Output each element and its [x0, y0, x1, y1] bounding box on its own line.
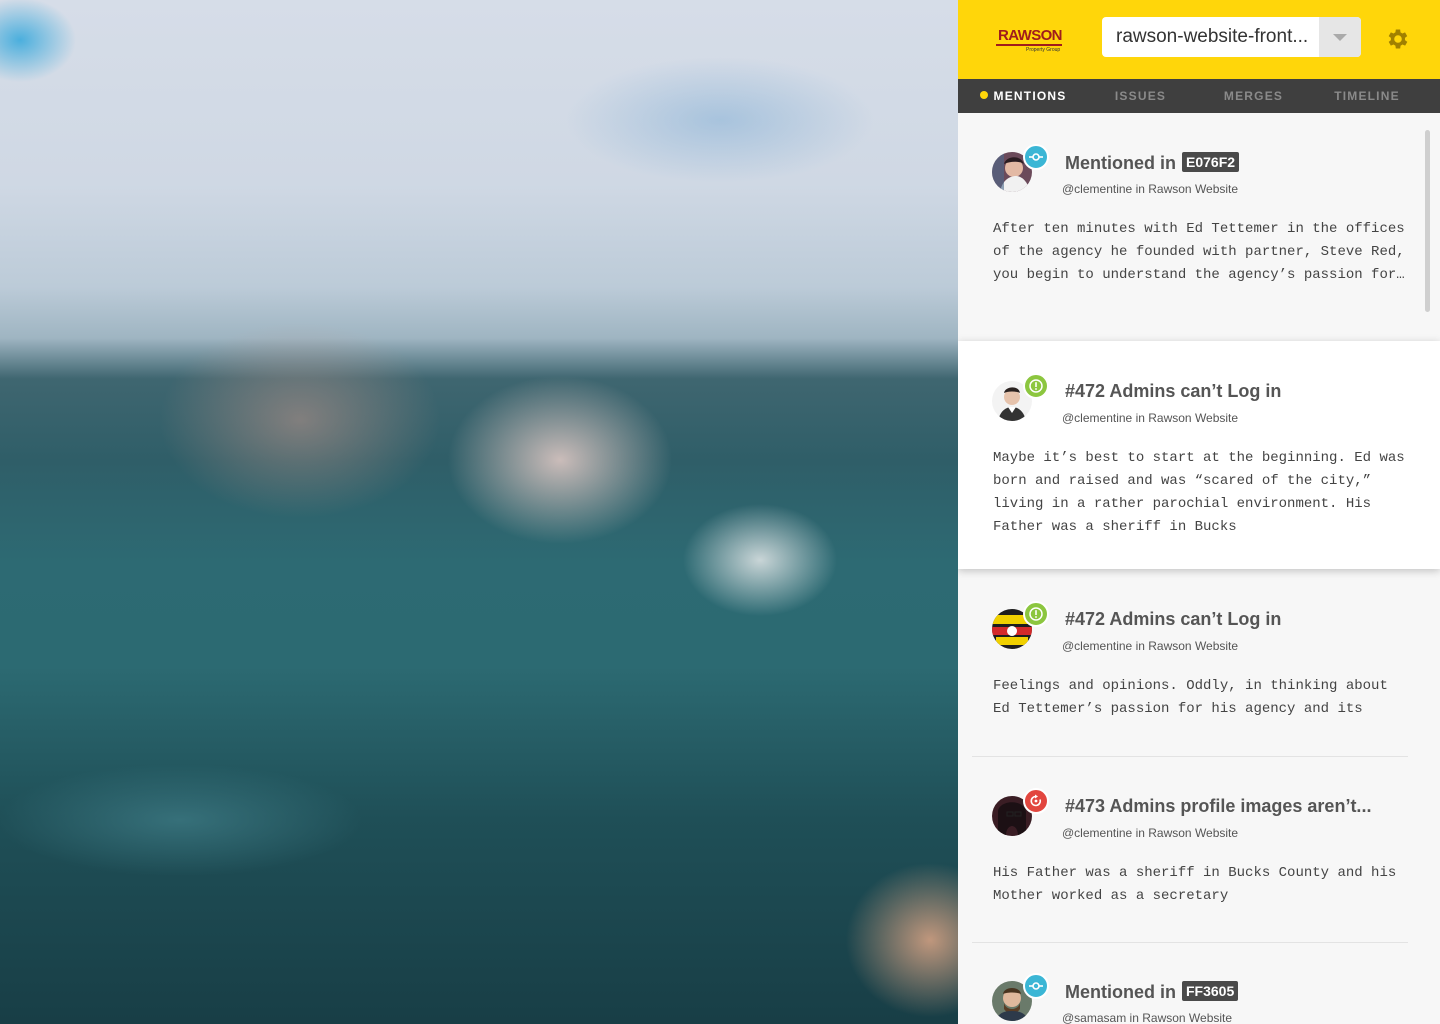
feed-item[interactable]: #472 Admins can’t Log in @clementine in … [958, 569, 1440, 757]
feed-item-meta: @samasam in Rawson Website [1062, 1011, 1233, 1024]
feed-item-title: #473 Admins profile images aren’t... [1065, 796, 1372, 816]
feed-item-excerpt: His Father was a sheriff in Bucks County… [993, 865, 1397, 904]
tab-mentions[interactable]: MENTIONS [978, 79, 1068, 113]
commit-hash-tag[interactable]: E076F2 [1182, 152, 1240, 172]
gear-icon[interactable] [1385, 26, 1411, 52]
feed-item-title: Mentioned in E076F2 [1065, 152, 1240, 174]
commit-hash-tag[interactable]: FF3605 [1182, 981, 1239, 1001]
repository-dropdown[interactable]: rawson-website-front... [1102, 17, 1361, 57]
feed-item-title: Mentioned in FF3605 [1065, 981, 1239, 1003]
user-mention[interactable]: @clementine [1062, 639, 1132, 653]
project-name[interactable]: Rawson Website [1148, 182, 1238, 196]
merge-icon [1023, 788, 1049, 814]
active-indicator-dot [979, 91, 988, 99]
commit-icon [1023, 144, 1049, 170]
tab-bar: MENTIONS ISSUES MERGES TIMELINE [958, 79, 1440, 113]
chevron-down-icon [1333, 34, 1347, 41]
notifications-panel: RAWSON Property Group rawson-website-fro… [958, 0, 1440, 1024]
tab-timeline[interactable]: TIMELINE [1324, 79, 1410, 113]
dropdown-toggle[interactable] [1319, 17, 1361, 57]
project-name[interactable]: Rawson Website [1148, 826, 1238, 840]
user-mention[interactable]: @clementine [1062, 411, 1132, 425]
user-mention[interactable]: @clementine [1062, 826, 1132, 840]
feed-item-excerpt: After ten minutes with Ed Tettemer in th… [993, 221, 1405, 283]
feed-item-title: #472 Admins can’t Log in [1065, 609, 1282, 629]
feed-item-title: #472 Admins can’t Log in [1065, 381, 1282, 401]
user-mention[interactable]: @samasam [1062, 1011, 1126, 1024]
feed-item-meta: @clementine in Rawson Website [1062, 182, 1239, 196]
feed-item[interactable]: Mentioned in E076F2 @clementine in Rawson… [958, 113, 1440, 341]
feed-item-meta: @clementine in Rawson Website [1062, 826, 1239, 840]
feed-item[interactable]: #472 Admins can’t Log in @clementine in … [958, 341, 1440, 569]
repository-selected-value: rawson-website-front... [1116, 26, 1309, 47]
project-name[interactable]: Rawson Website [1148, 639, 1238, 653]
feed-scrollbar[interactable] [1425, 130, 1430, 312]
feed-item-excerpt: Maybe it’s best to start at the beginnin… [993, 450, 1405, 535]
issue-icon [1023, 373, 1049, 399]
user-mention[interactable]: @clementine [1062, 182, 1132, 196]
tab-issues[interactable]: ISSUES [1098, 79, 1183, 113]
feed-item[interactable]: #473 Admins profile images aren’t... @cl… [958, 757, 1440, 943]
feed-item-meta: @clementine in Rawson Website [1062, 411, 1239, 425]
panel-header: RAWSON Property Group rawson-website-fro… [958, 0, 1440, 79]
feed-item[interactable]: Mentioned in FF3605 @samasam in Rawson We… [958, 943, 1440, 1024]
feed-item-excerpt: Feelings and opinions. Oddly, in thinkin… [993, 678, 1388, 717]
mention-feed: Mentioned in E076F2 @clementine in Rawson… [958, 113, 1440, 1024]
issue-icon [1023, 601, 1049, 627]
project-name[interactable]: Rawson Website [1142, 1011, 1232, 1024]
blurred-background-image [0, 0, 958, 1024]
feed-item-meta: @clementine in Rawson Website [1062, 639, 1239, 653]
commit-icon [1023, 973, 1049, 999]
project-name[interactable]: Rawson Website [1148, 411, 1238, 425]
rawson-logo[interactable]: RAWSON Property Group [996, 27, 1064, 57]
tab-merges[interactable]: MERGES [1211, 79, 1296, 113]
